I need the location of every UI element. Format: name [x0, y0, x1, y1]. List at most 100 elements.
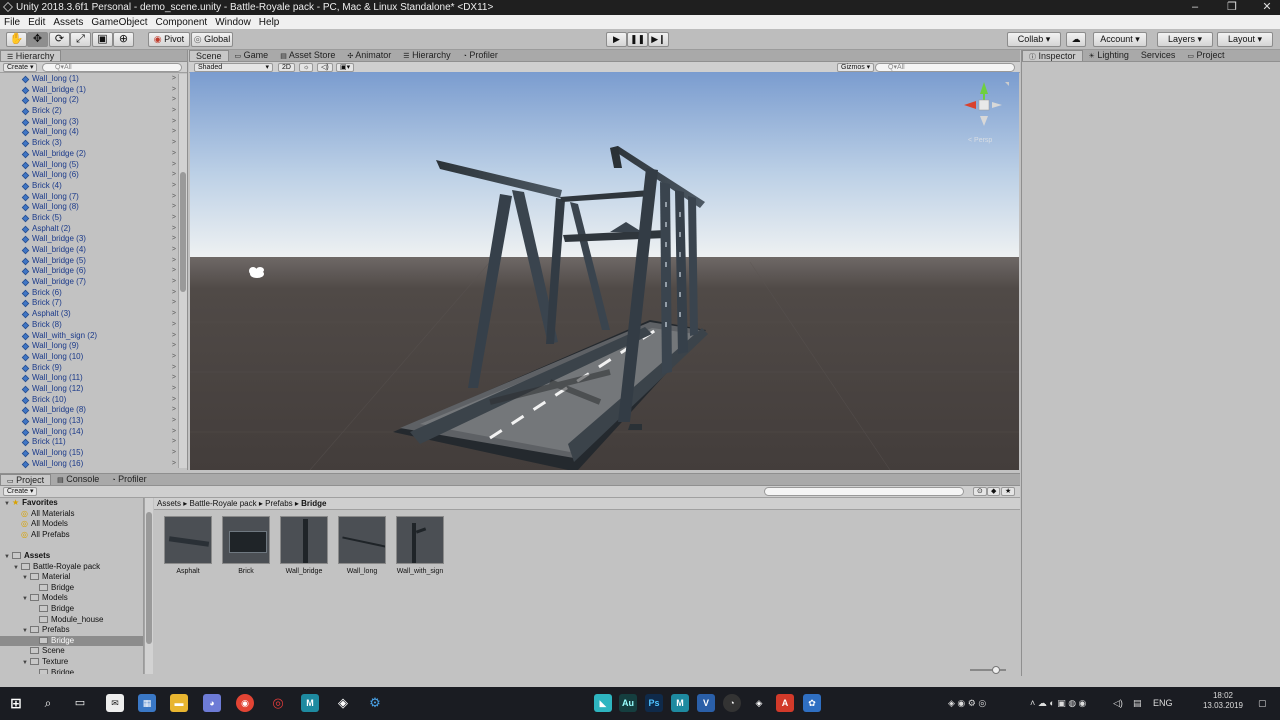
store-icon[interactable]: ▦ [138, 694, 156, 712]
menu-help[interactable]: Help [255, 17, 284, 28]
menu-window[interactable]: Window [211, 17, 255, 28]
filter-label-icon[interactable]: ◆ [987, 487, 1001, 496]
hierarchy-item[interactable]: Wall_long (2) > [0, 95, 178, 106]
hand-tool-icon[interactable]: ✋ [6, 32, 27, 47]
rect-tool-icon[interactable]: ▣ [92, 32, 113, 47]
project-tree-scroll-thumb[interactable] [146, 512, 152, 644]
asset-wall-bridge[interactable]: Wall_bridge [279, 516, 329, 575]
hierarchy-item[interactable]: Wall_long (13) > [0, 416, 178, 427]
tab-services[interactable]: Services [1135, 50, 1182, 61]
tab-scene[interactable]: Scene [189, 50, 229, 61]
file-explorer-icon[interactable]: ▬ [170, 694, 188, 712]
chevron-right-icon[interactable]: > [172, 437, 176, 448]
hierarchy-item[interactable]: Wall_long (10) > [0, 352, 178, 363]
unity-2-icon[interactable]: ◈ [750, 694, 768, 712]
hierarchy-scroll-thumb[interactable] [180, 172, 186, 292]
tab-inspector[interactable]: ⓘ Inspector [1022, 50, 1083, 61]
breadcrumb-pack[interactable]: Battle-Royale pack [189, 499, 256, 508]
tab-asset-store[interactable]: ▤ Asset Store [274, 50, 341, 61]
hierarchy-item[interactable]: Brick (8) > [0, 320, 178, 331]
cinema4d-icon[interactable]: ◔ [723, 694, 741, 712]
chrome-icon[interactable]: ◉ [236, 694, 254, 712]
project-tree-item[interactable]: Bridge [0, 635, 143, 647]
tab-game[interactable]: ▭ Game [229, 50, 275, 61]
effects-dropdown-icon[interactable]: ▣▾ [336, 63, 355, 72]
scale-tool-icon[interactable]: ⤢ [70, 32, 91, 47]
hierarchy-item[interactable]: Wall_long (1) > [0, 74, 178, 85]
task-view-icon[interactable]: ▭ [71, 694, 89, 712]
hierarchy-item[interactable]: Wall_with_sign (2) > [0, 331, 178, 342]
hierarchy-item[interactable]: Wall_bridge (4) > [0, 245, 178, 256]
tab-animator[interactable]: ✣ Animator [341, 50, 397, 61]
account-dropdown[interactable]: Account ▾ [1093, 32, 1147, 47]
chevron-right-icon[interactable]: > [172, 213, 176, 224]
chevron-right-icon[interactable]: > [172, 288, 176, 299]
hierarchy-item[interactable]: Asphalt (3) > [0, 309, 178, 320]
volume-icon[interactable]: ◁) [1113, 698, 1123, 709]
search-icon[interactable]: ⌕ [39, 694, 57, 712]
tray-overflow-icon[interactable]: ˄ ☁ ◐ ▣ ◍ ◉ [1030, 698, 1086, 709]
hierarchy-item[interactable]: Wall_long (11) > [0, 373, 178, 384]
maya-icon[interactable]: M [301, 694, 319, 712]
lighting-toggle-icon[interactable]: ☼ [299, 63, 314, 72]
menu-gameobject[interactable]: GameObject [87, 17, 151, 28]
gizmos-dropdown[interactable]: Gizmos ▾ [837, 63, 875, 72]
cloud-icon[interactable]: ☁ [1066, 32, 1086, 47]
hierarchy-item[interactable]: Wall_long (14) > [0, 427, 178, 438]
record-app-icon[interactable]: ◎ [269, 694, 287, 712]
project-tree-item[interactable]: Scene [0, 646, 143, 657]
chevron-right-icon[interactable]: > [172, 405, 176, 416]
project-tree-item[interactable]: ▼ Battle-Royale pack [0, 562, 143, 573]
hierarchy-create-button[interactable]: Create ▾ [3, 63, 38, 72]
project-search-input[interactable] [764, 487, 964, 496]
hierarchy-item[interactable]: Wall_long (15) > [0, 448, 178, 459]
chevron-right-icon[interactable]: > [172, 245, 176, 256]
pause-button[interactable]: ❚❚ [627, 32, 648, 47]
thumbnail-size-slider[interactable] [970, 666, 1006, 674]
asset-wall-long[interactable]: Wall_long [337, 516, 387, 575]
chevron-right-icon[interactable]: > [172, 352, 176, 363]
chevron-right-icon[interactable]: > [172, 320, 176, 331]
transform-tool-icon[interactable]: ⊕ [113, 32, 134, 47]
substance-icon[interactable]: ✿ [803, 694, 821, 712]
chevron-right-icon[interactable]: > [172, 138, 176, 149]
hierarchy-item[interactable]: Brick (5) > [0, 213, 178, 224]
chevron-right-icon[interactable]: > [172, 427, 176, 438]
shading-mode-dropdown[interactable]: Shaded ▾ [194, 63, 273, 72]
filter-type-icon[interactable]: ⊙ [973, 487, 987, 496]
chevron-right-icon[interactable]: > [172, 266, 176, 277]
hierarchy-item[interactable]: Brick (3) > [0, 138, 178, 149]
asset-brick[interactable]: Brick [221, 516, 271, 575]
chevron-right-icon[interactable]: > [172, 74, 176, 85]
asset-wall-with-sign[interactable]: Wall_with_sign [395, 516, 445, 575]
chevron-right-icon[interactable]: > [172, 160, 176, 171]
discord-icon[interactable]: ◕ [203, 694, 221, 712]
menu-component[interactable]: Component [152, 17, 212, 28]
clock[interactable]: 18:02 13.03.2019 [1200, 691, 1246, 711]
menu-assets[interactable]: Assets [49, 17, 87, 28]
chevron-right-icon[interactable]: > [172, 416, 176, 427]
chevron-right-icon[interactable]: > [172, 85, 176, 96]
project-tree-item[interactable]: Bridge [0, 604, 143, 615]
hierarchy-item[interactable]: Asphalt (2) > [0, 224, 178, 235]
project-tree-item[interactable]: ▼ Models [0, 593, 143, 604]
breadcrumb-bridge[interactable]: Bridge [301, 499, 326, 508]
autocad-icon[interactable]: A [776, 694, 794, 712]
chevron-right-icon[interactable]: > [172, 95, 176, 106]
hierarchy-item[interactable]: Wall_bridge (1) > [0, 85, 178, 96]
hierarchy-scrollbar[interactable] [178, 74, 187, 468]
hierarchy-item[interactable]: Brick (2) > [0, 106, 178, 117]
pivot-toggle[interactable]: ◉ Pivot [148, 32, 190, 47]
chevron-right-icon[interactable]: > [172, 448, 176, 459]
app-3dsmax-icon[interactable]: ◣ [594, 694, 612, 712]
chevron-right-icon[interactable]: > [172, 384, 176, 395]
asset-asphalt[interactable]: Asphalt [163, 516, 213, 575]
chevron-right-icon[interactable]: > [172, 373, 176, 384]
hierarchy-item[interactable]: Wall_bridge (6) > [0, 266, 178, 277]
breadcrumb-assets[interactable]: Assets [157, 499, 181, 508]
hierarchy-search-input[interactable]: Q▾All [42, 63, 182, 72]
chevron-right-icon[interactable]: > [172, 298, 176, 309]
chevron-right-icon[interactable]: > [172, 149, 176, 160]
project-tree-item[interactable]: ◎ All Models [0, 519, 143, 530]
maya-2-icon[interactable]: M [671, 694, 689, 712]
